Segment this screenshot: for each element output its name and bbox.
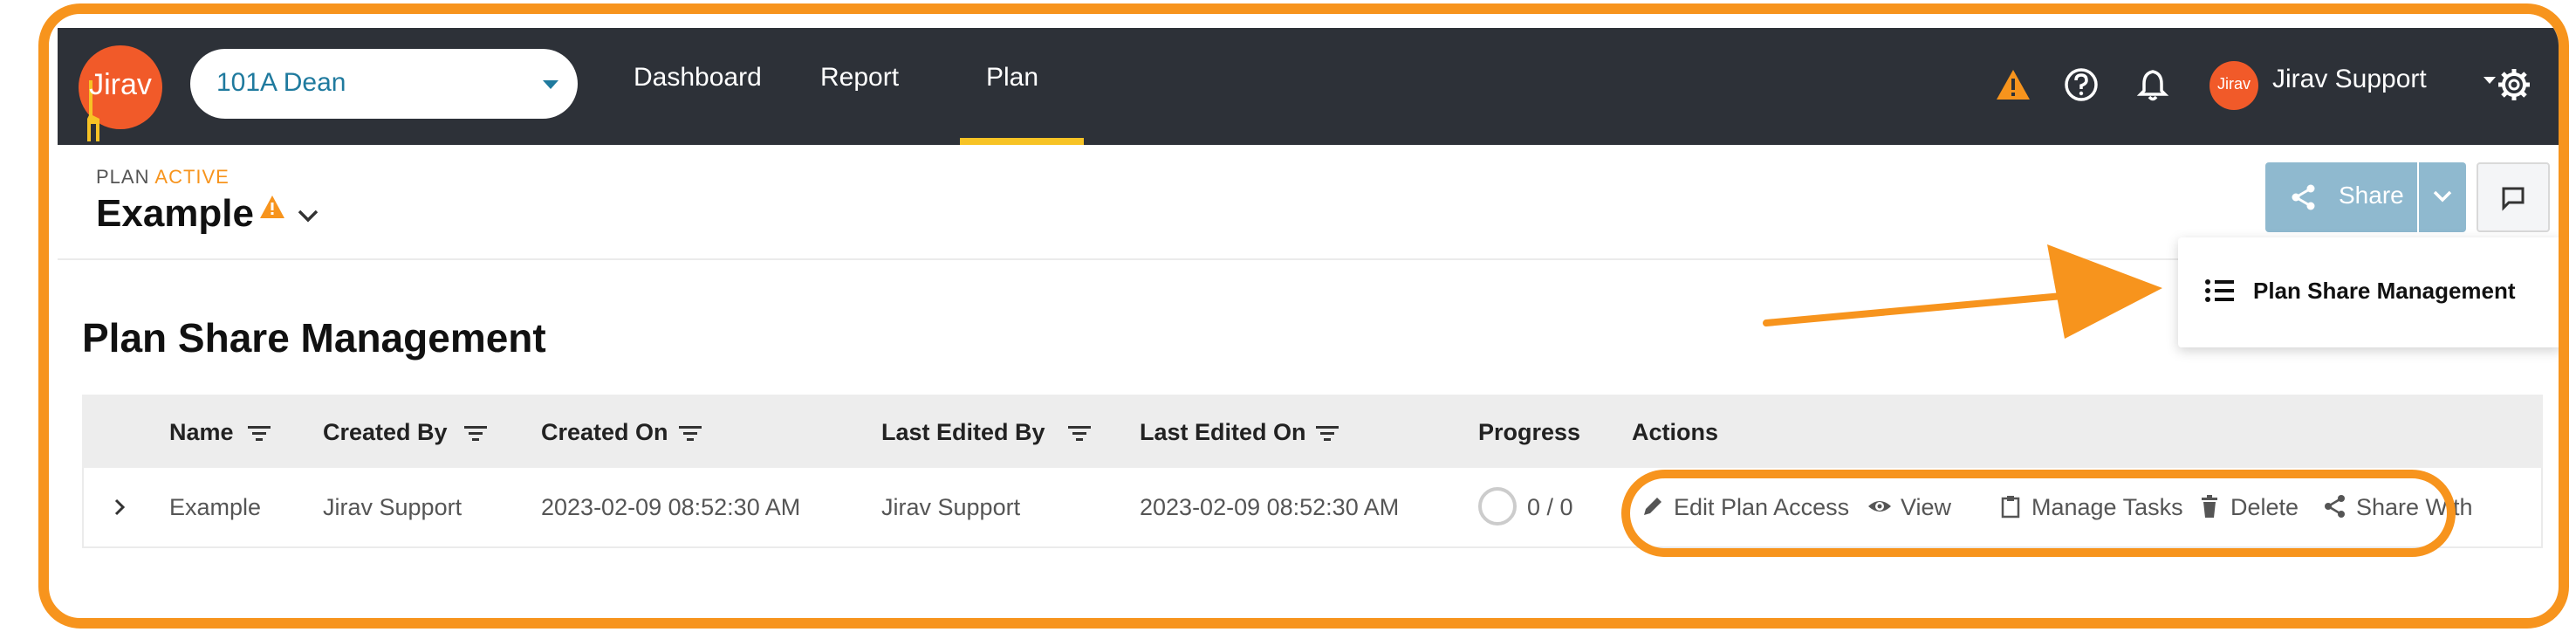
filter-icon[interactable] [248,424,271,442]
column-header-name[interactable]: Name [169,419,234,446]
cell-name: Example [169,494,262,520]
company-select-value: 101A Dean [216,68,346,97]
cell-progress: 0 / 0 [1527,494,1573,520]
plan-status: PLAN ACTIVE [96,166,230,189]
logo-text: Jirav [89,68,152,101]
filter-icon[interactable] [679,424,702,442]
share-icon [2292,184,2315,210]
avatar-text: Jirav [2216,75,2251,93]
progress-ring [1478,487,1517,526]
column-header-last-edited-on[interactable]: Last Edited On [1140,419,1306,446]
plan-title[interactable]: Example [96,192,254,236]
actions-highlight-outline [1621,470,2456,557]
gear-icon[interactable] [2494,65,2534,105]
tab-plan[interactable]: Plan [986,63,1038,93]
plan-status-value: ACTIVE [154,166,230,188]
top-navbar: Jirav 101A Dean Dashboard Report Plan Ji… [58,28,2559,145]
share-button[interactable]: Share [2265,162,2417,232]
bell-icon[interactable] [2133,65,2173,105]
filter-icon[interactable] [464,424,487,442]
chevron-right-icon[interactable] [113,498,126,517]
tab-dashboard[interactable]: Dashboard [634,63,762,93]
highlight-frame: Jirav 101A Dean Dashboard Report Plan Ji… [38,3,2569,629]
share-dropdown-menu: Plan Share Management [2178,237,2559,347]
column-header-created-on[interactable]: Created On [541,419,668,446]
share-button-label: Share [2339,182,2404,209]
user-menu[interactable]: Jirav Support [2272,65,2427,94]
column-header-progress: Progress [1478,419,1581,445]
tab-report[interactable]: Report [820,63,899,93]
cell-last-edited-by: Jirav Support [881,494,1021,520]
cell-last-edited-on: 2023-02-09 08:52:30 AM [1140,494,1400,520]
warning-icon[interactable] [1993,65,2033,105]
company-select[interactable]: 101A Dean [190,49,578,119]
comment-button[interactable] [2477,162,2550,232]
menu-item-plan-share-management[interactable]: Plan Share Management [2253,278,2516,305]
active-tab-indicator [960,138,1084,145]
caret-down-icon [543,80,558,89]
chevron-down-icon[interactable] [297,208,319,223]
column-header-actions: Actions [1632,419,1719,445]
cell-created-on: 2023-02-09 08:52:30 AM [541,494,801,520]
page-title: Plan Share Management [82,315,546,361]
help-icon[interactable] [2061,65,2101,105]
filter-icon[interactable] [1068,424,1091,442]
column-header-last-edited-by[interactable]: Last Edited By [881,419,1045,446]
chevron-down-icon [2433,190,2452,203]
comment-icon [2502,187,2525,211]
table-header: Name Created By Created On Last Edited B… [82,395,2543,468]
plan-status-prefix: PLAN [96,166,150,188]
filter-icon[interactable] [1316,424,1339,442]
list-icon [2205,279,2234,302]
callout-arrow [1763,244,2162,339]
column-header-created-by[interactable]: Created By [323,419,448,446]
jirav-logo[interactable]: Jirav [79,45,162,141]
user-avatar[interactable]: Jirav [2209,61,2258,110]
cell-created-by: Jirav Support [323,494,462,520]
warning-icon[interactable] [258,194,286,220]
share-dropdown-toggle[interactable] [2419,162,2466,232]
